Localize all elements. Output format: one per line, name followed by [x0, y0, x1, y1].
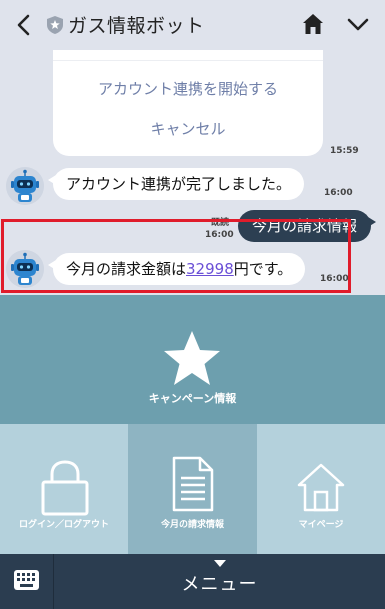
start-account-link-button[interactable]: アカウント連携を開始する	[53, 78, 323, 99]
mypage-button[interactable]: マイページ	[257, 424, 385, 554]
rich-menu: キャンペーン情報 ログイン／ログアウト 今月の請求情報 マイページ	[0, 295, 385, 554]
mypage-label: マイページ	[298, 520, 344, 530]
robot-icon	[6, 167, 44, 205]
lock-icon	[41, 460, 89, 516]
chat-header: ガス情報ボット	[0, 0, 385, 50]
login-logout-label: ログイン／ログアウト	[18, 520, 109, 530]
highlight-box	[1, 219, 351, 293]
official-shield-icon	[47, 16, 63, 34]
house-icon	[297, 463, 345, 512]
message-time: 15:59	[330, 146, 359, 156]
campaign-info-label: キャンペーン情報	[148, 392, 237, 405]
chat-title: ガス情報ボット	[68, 15, 205, 37]
menu-toggle-label[interactable]: メニュー	[0, 570, 385, 596]
home-icon[interactable]	[302, 13, 324, 35]
account-link-card: アカウント連携を開始する キャンセル	[53, 50, 323, 156]
campaign-info-button[interactable]: キャンペーン情報	[0, 295, 385, 424]
login-logout-button[interactable]: ログイン／ログアウト	[0, 424, 128, 554]
bottom-bar: メニュー	[0, 554, 385, 609]
monthly-billing-button[interactable]: 今月の請求情報	[128, 424, 257, 554]
message-time: 16:00	[324, 188, 353, 198]
monthly-billing-label: 今月の請求情報	[160, 520, 224, 530]
card-divider	[53, 60, 323, 61]
bot-avatar[interactable]	[6, 167, 44, 205]
star-icon	[164, 331, 220, 385]
chevron-down-icon[interactable]	[346, 16, 370, 34]
menu-caret-icon[interactable]	[214, 560, 226, 567]
bot-message-bubble: アカウント連携が完了しました。	[47, 168, 305, 200]
cancel-button[interactable]: キャンセル	[53, 118, 323, 139]
document-icon	[172, 456, 214, 512]
back-arrow-icon[interactable]	[14, 13, 34, 37]
